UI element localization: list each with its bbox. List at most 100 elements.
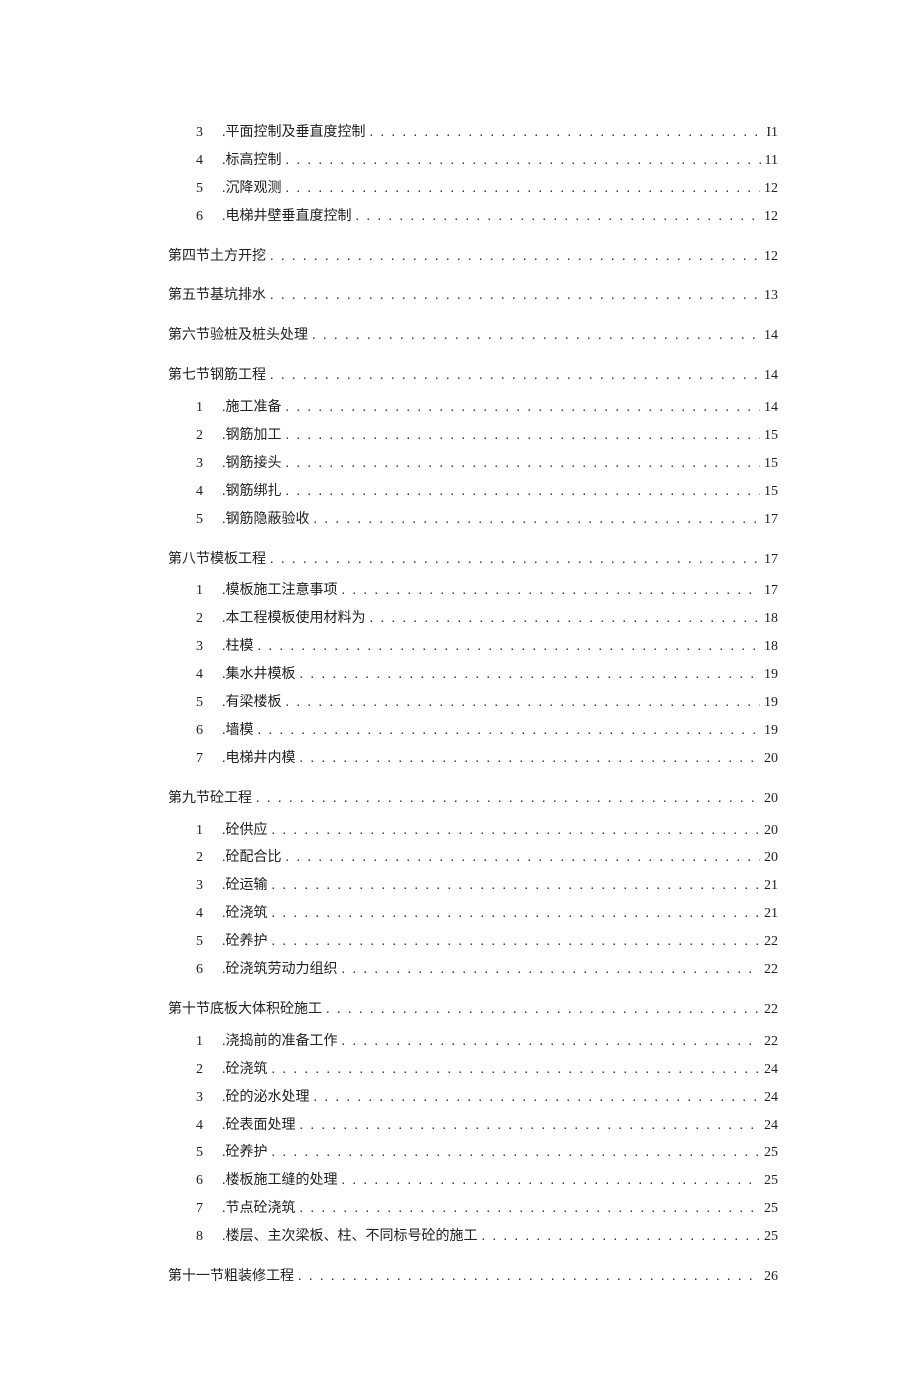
toc-page-number: 24	[764, 1085, 778, 1111]
toc-page-number: 24	[764, 1113, 778, 1139]
toc-subitem-label: .施工准备	[222, 395, 282, 421]
toc-subitem-label: .柱模	[222, 634, 254, 660]
toc-page-number: 24	[764, 1057, 778, 1083]
toc-subitem: 5.有梁楼板. . . . . . . . . . . . . . . . . …	[196, 690, 778, 716]
toc-subitem: 7.节点砼浇筑. . . . . . . . . . . . . . . . .…	[196, 1196, 778, 1222]
toc-section-label: 第十节底板大体积砼施工	[168, 997, 322, 1023]
toc-subitem: 5 .砼养护. . . . . . . . . . . . . . . . . .…	[196, 1140, 778, 1166]
toc-page-number: 26	[764, 1264, 778, 1290]
toc-subitem: 7.电梯井内模. . . . . . . . . . . . . . . . .…	[196, 746, 778, 772]
toc-leader-dots: . . . . . . . . . . . . . . . . . . . . …	[272, 818, 761, 844]
toc-subitem-number: 1	[196, 578, 214, 604]
toc-subitem-number: 2	[196, 423, 214, 449]
toc-subitem-label: .砼养护	[222, 929, 268, 955]
toc-leader-dots: . . . . . . . . . . . . . . . . . . . . …	[270, 363, 760, 389]
toc-leader-dots: . . . . . . . . . . . . . . . . . . . . …	[300, 662, 761, 688]
toc-leader-dots: . . . . . . . . . . . . . . . . . . . . …	[286, 690, 761, 716]
toc-section-label: 第四节土方开挖	[168, 244, 266, 270]
toc-subitem-label: .砼供应	[222, 818, 268, 844]
toc-subitem-label: .砼的泌水处理	[222, 1085, 310, 1111]
toc-subitem: 6.砼浇筑劳动力组织. . . . . . . . . . . . . . . …	[196, 957, 778, 983]
toc-subitem-label: .模板施工注意事项	[222, 578, 338, 604]
toc-section: 第五节基坑排水. . . . . . . . . . . . . . . . .…	[168, 283, 778, 309]
toc-subitem: 6.墙模. . . . . . . . . . . . . . . . . . …	[196, 718, 778, 744]
toc-subitem-number: 5	[196, 690, 214, 716]
toc-subitem: 1 .砼供应. . . . . . . . . . . . . . . . . .…	[196, 818, 778, 844]
toc-leader-dots: . . . . . . . . . . . . . . . . . . . . …	[342, 957, 761, 983]
toc-subitem-number: 3	[196, 120, 214, 146]
toc-subitem-label: .砼浇筑	[222, 1057, 268, 1083]
toc-section: 第七节钢筋工程. . . . . . . . . . . . . . . . .…	[168, 363, 778, 389]
toc-page-number: 18	[764, 634, 778, 660]
toc-subitem-number: 2	[196, 606, 214, 632]
toc-leader-dots: . . . . . . . . . . . . . . . . . . . . …	[300, 1196, 761, 1222]
toc-leader-dots: . . . . . . . . . . . . . . . . . . . . …	[270, 244, 760, 270]
toc-leader-dots: . . . . . . . . . . . . . . . . . . . . …	[314, 507, 761, 533]
toc-page-number: 17	[764, 578, 778, 604]
toc-page-number: 20	[764, 786, 778, 812]
toc-leader-dots: . . . . . . . . . . . . . . . . . . . . …	[286, 395, 761, 421]
toc-subitem-number: 5	[196, 1140, 214, 1166]
toc-subitem: 8.楼层、主次梁板、柱、不同标号砼的施工. . . . . . . . . . …	[196, 1224, 778, 1250]
toc-subitem-number: 6	[196, 204, 214, 230]
toc-section: 第六节验桩及桩头处理. . . . . . . . . . . . . . . …	[168, 323, 778, 349]
toc-subitem-number: 4	[196, 662, 214, 688]
toc-subitem: 2.钢筋加工. . . . . . . . . . . . . . . . . …	[196, 423, 778, 449]
toc-subitem-label: .钢筋隐蔽验收	[222, 507, 310, 533]
toc-page-number: 17	[764, 507, 778, 533]
toc-page-number: 13	[764, 283, 778, 309]
toc-subitem-number: 5	[196, 929, 214, 955]
toc-subitem-label: .砼浇筑	[222, 901, 268, 927]
toc-leader-dots: . . . . . . . . . . . . . . . . . . . . …	[272, 1140, 761, 1166]
toc-section-label: 第十一节粗装修工程	[168, 1264, 294, 1290]
toc-subitem-label: .钢筋加工	[222, 423, 282, 449]
toc-subitem-label: .电梯井壁垂直度控制	[222, 204, 352, 230]
toc-page-number: 22	[764, 929, 778, 955]
toc-subitem-number: 2	[196, 845, 214, 871]
toc-subitem-label: .砼配合比	[222, 845, 282, 871]
toc-section: 第八节模板工程. . . . . . . . . . . . . . . . .…	[168, 547, 778, 573]
toc-page-number: 14	[764, 323, 778, 349]
toc-subitem: 3.钢筋接头. . . . . . . . . . . . . . . . . …	[196, 451, 778, 477]
toc-page-number: 19	[764, 690, 778, 716]
toc-page-number: 25	[764, 1224, 778, 1250]
toc-leader-dots: . . . . . . . . . . . . . . . . . . . . …	[270, 283, 760, 309]
toc-subitem: 1.浇捣前的准备工作. . . . . . . . . . . . . . . …	[196, 1029, 778, 1055]
toc-subitem-label: .浇捣前的准备工作	[222, 1029, 338, 1055]
toc-subitem-label: .电梯井内模	[222, 746, 296, 772]
toc-page-number: I1	[766, 120, 778, 146]
toc-subitem-label: .砼养护	[222, 1140, 268, 1166]
toc-leader-dots: . . . . . . . . . . . . . . . . . . . . …	[286, 479, 761, 505]
toc-page-number: 11	[765, 148, 778, 174]
toc-subitem-number: 6	[196, 957, 214, 983]
toc-subitem-number: 3	[196, 451, 214, 477]
toc-page-number: 19	[764, 718, 778, 744]
toc-subitem: 3.砼运输. . . . . . . . . . . . . . . . . .…	[196, 873, 778, 899]
toc-subitem-number: 5	[196, 507, 214, 533]
toc-section-label: 第八节模板工程	[168, 547, 266, 573]
toc-subitem-label: .本工程模板使用材料为	[222, 606, 366, 632]
toc-subitem-number: 2	[196, 1057, 214, 1083]
toc-leader-dots: . . . . . . . . . . . . . . . . . . . . …	[286, 176, 761, 202]
toc-subitem-label: .墙模	[222, 718, 254, 744]
toc-page-number: 22	[764, 957, 778, 983]
toc-page-number: 25	[764, 1140, 778, 1166]
toc-subitem-number: 6	[196, 1168, 214, 1194]
toc-subitem: 2.砼配合比. . . . . . . . . . . . . . . . . …	[196, 845, 778, 871]
toc-subitem-label: .平面控制及垂直度控制	[222, 120, 366, 146]
toc-section-label: 第六节验桩及桩头处理	[168, 323, 308, 349]
toc-subitem-number: 4	[196, 479, 214, 505]
toc-page: 3 .平面控制及垂直度控制 . . . . . . . . . . . . . . …	[0, 0, 920, 1396]
toc-page-number: 20	[764, 818, 778, 844]
toc-subitem-number: 1	[196, 818, 214, 844]
toc-page-number: 18	[764, 606, 778, 632]
toc-page-number: 12	[764, 176, 778, 202]
toc-subitem-label: .钢筋接头	[222, 451, 282, 477]
toc-page-number: 12	[764, 204, 778, 230]
toc-subitem: 3.柱模. . . . . . . . . . . . . . . . . . …	[196, 634, 778, 660]
toc-subitem-label: .节点砼浇筑	[222, 1196, 296, 1222]
toc-subitem: 5 .钢筋隐蔽验收. . . . . . . . . . . . . . . . …	[196, 507, 778, 533]
toc-subitem: 4.标高控制. . . . . . . . . . . . . . . . . …	[196, 148, 778, 174]
toc-leader-dots: . . . . . . . . . . . . . . . . . . . . …	[342, 1168, 761, 1194]
toc-page-number: 22	[764, 1029, 778, 1055]
